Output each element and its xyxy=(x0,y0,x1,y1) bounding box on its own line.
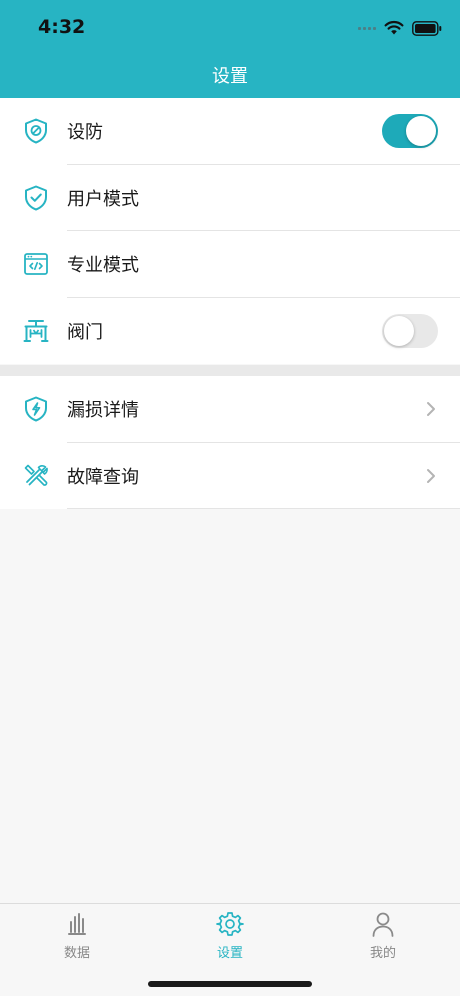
tab-profile[interactable]: 我的 xyxy=(333,910,433,964)
shield-block-icon xyxy=(25,118,47,144)
settings-row-leak-details[interactable]: 漏损详情 xyxy=(0,376,460,443)
shield-bolt-icon xyxy=(25,396,47,422)
settings-row-valve[interactable]: 阀门 xyxy=(0,298,460,365)
valve-icon xyxy=(23,319,49,342)
tab-settings[interactable]: 设置 xyxy=(180,910,280,964)
home-indicator[interactable] xyxy=(148,981,312,987)
chevron-right-icon xyxy=(427,402,435,417)
code-window-icon xyxy=(24,253,48,276)
arming-toggle[interactable] xyxy=(382,114,438,149)
tab-label: 数据 xyxy=(63,946,90,961)
shield-check-icon xyxy=(25,185,47,211)
valve-toggle[interactable] xyxy=(382,313,438,348)
settings-row-user-mode[interactable]: 用户模式 xyxy=(0,165,460,231)
settings-row-label: 漏损详情 xyxy=(67,400,139,422)
battery-icon xyxy=(412,20,442,36)
settings-row-label: 阀门 xyxy=(67,321,103,343)
signal-icon xyxy=(358,26,376,30)
user-icon xyxy=(372,912,394,937)
status-time: 4:32 xyxy=(38,16,86,38)
tab-data[interactable]: 数据 xyxy=(27,910,127,964)
settings-row-fault-query[interactable]: 故障查询 xyxy=(0,443,460,509)
wifi-icon xyxy=(384,20,404,35)
tools-icon xyxy=(24,464,48,486)
settings-row-label: 专业模式 xyxy=(67,255,139,277)
header: 4:32 设置 xyxy=(0,0,460,98)
settings-row-label: 用户模式 xyxy=(67,188,139,210)
bar-chart-icon xyxy=(68,913,86,935)
gear-icon xyxy=(216,912,244,936)
tab-label: 我的 xyxy=(369,946,396,961)
settings-row-arming[interactable]: 设防 xyxy=(0,98,460,165)
page-title: 设置 xyxy=(212,66,248,87)
tab-label: 设置 xyxy=(216,946,243,961)
settings-group-secondary: 漏损详情 故障查询 xyxy=(0,376,460,509)
settings-row-label: 故障查询 xyxy=(67,466,139,488)
chevron-right-icon xyxy=(427,468,435,483)
settings-row-pro-mode[interactable]: 专业模式 xyxy=(0,231,460,298)
settings-group-primary: 设防 用户模式 专业模式 阀门 xyxy=(0,98,460,364)
section-separator xyxy=(0,365,460,376)
status-icons xyxy=(358,18,442,38)
settings-row-label: 设防 xyxy=(67,122,103,144)
